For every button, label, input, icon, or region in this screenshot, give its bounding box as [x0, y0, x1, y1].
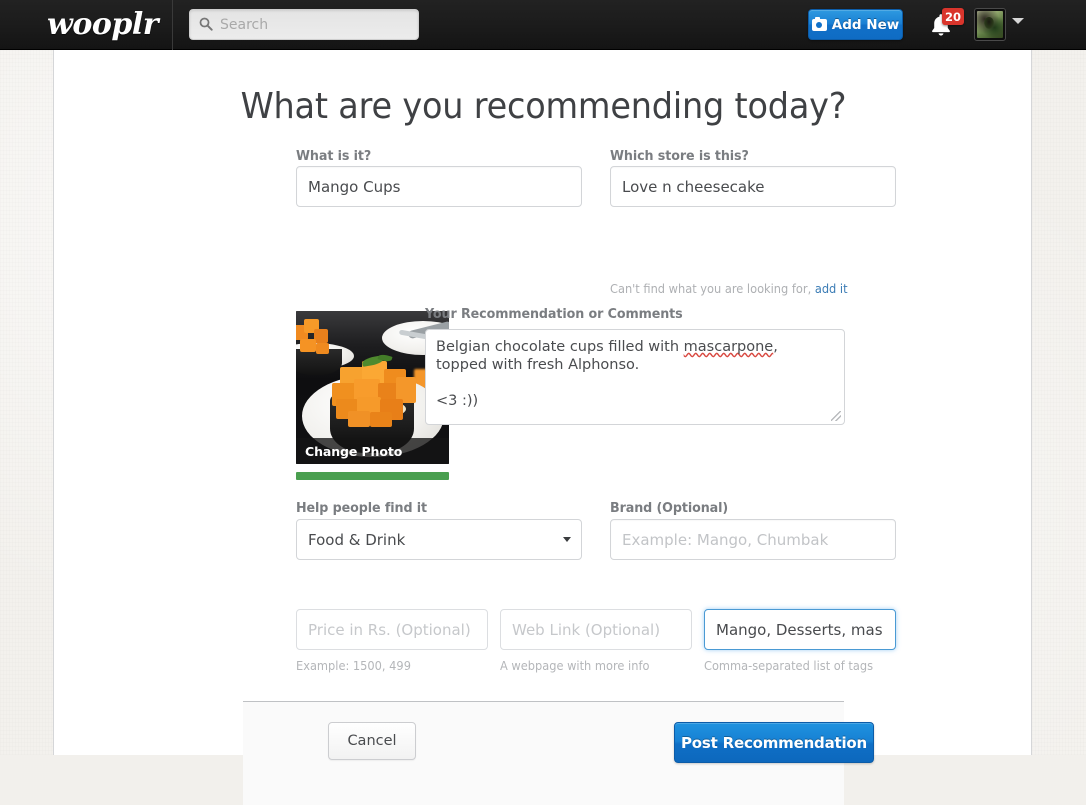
- which-store-field-wrap: [610, 166, 896, 207]
- category-select-wrap: Food & Drink: [296, 519, 582, 560]
- user-menu-button[interactable]: [1012, 18, 1028, 32]
- tags-column: Comma-separated list of tags: [704, 609, 896, 673]
- camera-icon: [811, 16, 827, 31]
- comment-label: Your Recommendation or Comments: [425, 306, 683, 322]
- add-store-link[interactable]: add it: [815, 282, 848, 296]
- what-is-it-field-wrap: [296, 166, 582, 207]
- add-new-label: Add New: [831, 16, 900, 33]
- textarea-resize-grip[interactable]: [831, 411, 841, 421]
- comment-misspelled-word: mascarpone: [683, 339, 774, 355]
- price-column: Example: 1500, 499: [296, 609, 488, 673]
- search-box[interactable]: [189, 9, 419, 40]
- comment-line-2: topped with fresh Alphonso.: [436, 357, 640, 373]
- price-hint: Example: 1500, 499: [296, 659, 411, 673]
- comment-line-1c: ,: [773, 339, 778, 355]
- form-footer: Cancel Post Recommendation: [243, 701, 874, 805]
- brand-field-wrap: [610, 519, 896, 560]
- notification-badge: 20: [942, 8, 965, 25]
- comment-line-1a: Belgian chocolate cups filled with: [436, 339, 684, 355]
- comment-line-4: <3 :)): [436, 393, 479, 409]
- notifications-button[interactable]: 20: [928, 8, 965, 42]
- add-new-button[interactable]: Add New: [808, 9, 903, 40]
- change-photo-button[interactable]: Change Photo: [296, 438, 449, 464]
- content-panel: What are you recommending today? What is…: [53, 50, 1032, 805]
- comment-textarea[interactable]: Belgian chocolate cups filled with masca…: [425, 329, 845, 425]
- wooplr-logo[interactable]: wooplr: [47, 7, 159, 43]
- search-icon: [199, 17, 213, 31]
- chevron-down-icon: [1012, 18, 1024, 24]
- top-navbar: wooplr Add New 20: [0, 0, 1086, 50]
- what-is-it-input[interactable]: [296, 166, 582, 207]
- tags-hint: Comma-separated list of tags: [704, 659, 874, 673]
- page-title: What are you recommending today?: [240, 86, 847, 127]
- weblink-hint: A webpage with more info: [500, 659, 650, 673]
- category-label: Help people find it: [296, 500, 427, 516]
- weblink-input[interactable]: [500, 609, 692, 650]
- avatar[interactable]: [974, 8, 1006, 41]
- which-store-input[interactable]: [610, 166, 896, 207]
- cancel-button[interactable]: Cancel: [328, 722, 416, 760]
- post-recommendation-button[interactable]: Post Recommendation: [674, 722, 874, 763]
- which-store-label: Which store is this?: [610, 148, 749, 164]
- price-input[interactable]: [296, 609, 488, 650]
- store-hint-text: Can't find what you are looking for,: [610, 282, 812, 296]
- store-hint: Can't find what you are looking for, add…: [610, 282, 848, 296]
- upload-progress-bar: [296, 472, 449, 480]
- navbar-divider: [172, 0, 173, 50]
- brand-label: Brand (Optional): [610, 500, 729, 516]
- category-select[interactable]: Food & Drink: [296, 519, 582, 560]
- search-input[interactable]: [218, 10, 414, 39]
- avatar-image: [977, 11, 1003, 38]
- weblink-column: A webpage with more info: [500, 609, 692, 673]
- what-is-it-label: What is it?: [296, 148, 372, 164]
- tags-input[interactable]: [704, 609, 896, 650]
- brand-input[interactable]: [610, 519, 896, 560]
